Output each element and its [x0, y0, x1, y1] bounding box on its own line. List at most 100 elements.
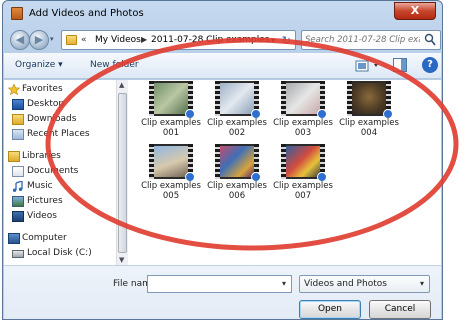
preview-pane-icon[interactable] — [393, 58, 407, 72]
file-item[interactable]: Clip examples 005 — [141, 144, 201, 204]
pictures-icon — [12, 196, 24, 207]
file-item[interactable]: Clip examples 001 — [141, 81, 201, 141]
file-number: 001 — [162, 128, 180, 138]
video-thumbnail — [215, 144, 261, 182]
recent-places-icon — [12, 129, 24, 140]
sidebar-item-label: Videos — [27, 211, 57, 221]
window-title: Add Videos and Photos — [29, 8, 144, 19]
file-name-dropdown-icon[interactable]: ▾ — [282, 279, 286, 288]
navigation-scrollbar[interactable]: ▲ ▼ — [116, 80, 128, 265]
file-number: 007 — [294, 191, 312, 201]
downloads-icon — [12, 114, 24, 125]
file-name-combobox[interactable]: ▾ — [147, 275, 292, 293]
sidebar-item-local-disk[interactable]: Local Disk (C:) — [4, 247, 116, 261]
video-thumbnail — [149, 81, 195, 119]
file-item[interactable]: Clip examples 004 — [339, 81, 399, 141]
file-item[interactable]: Clip examples 006 — [207, 144, 267, 204]
file-number: 006 — [228, 191, 246, 201]
file-item[interactable]: Clip examples 002 — [207, 81, 267, 141]
sidebar-item-recent-places[interactable]: Recent Places — [4, 128, 116, 142]
file-list: Clip examples 001 Clip examples 002 Clip… — [129, 80, 441, 265]
search-icon[interactable] — [424, 33, 436, 47]
breadcrumb-current-folder[interactable]: 2011-07-28 Clip examples — [151, 35, 269, 45]
forward-button[interactable]: ▶ — [29, 30, 49, 50]
title-bar[interactable]: Add Videos and Photos X — [3, 1, 442, 27]
close-button[interactable]: X — [394, 2, 436, 20]
address-dropdown-icon[interactable]: ▾ — [271, 36, 275, 45]
back-button[interactable]: ◀ — [10, 30, 30, 50]
file-number: 004 — [360, 128, 378, 138]
file-name-line: Clip examples — [207, 118, 267, 128]
file-name: Clip examples 007 — [273, 181, 333, 201]
file-name-line: Clip examples — [273, 181, 333, 191]
sidebar-item-computer[interactable]: Computer — [4, 232, 116, 246]
file-name-line: Clip examples — [339, 118, 399, 128]
videos-icon — [12, 211, 24, 222]
file-number: 005 — [162, 191, 180, 201]
documents-icon — [12, 166, 24, 177]
history-dropdown-icon[interactable]: ▾ — [50, 35, 54, 43]
new-folder-button[interactable]: New folder — [90, 60, 139, 70]
sidebar-item-pictures[interactable]: Pictures — [4, 195, 116, 209]
libraries-icon — [8, 151, 20, 162]
breadcrumb-my-videos[interactable]: My Videos — [95, 35, 141, 45]
breadcrumb-overflow-icon[interactable]: « — [81, 35, 87, 45]
file-name-line: Clip examples — [207, 181, 267, 191]
help-icon[interactable]: ? — [422, 57, 438, 73]
sidebar-item-downloads[interactable]: Downloads — [4, 113, 116, 127]
video-thumbnail — [347, 81, 393, 119]
file-name-line: Clip examples — [273, 118, 333, 128]
sidebar-item-label: Documents — [27, 166, 79, 176]
sidebar-item-music[interactable]: Music — [4, 180, 116, 194]
breadcrumb-separator-icon[interactable]: ▶ — [141, 35, 147, 44]
file-name: Clip examples 005 — [141, 181, 201, 201]
sidebar-item-label: Computer — [22, 233, 67, 243]
scroll-down-icon[interactable]: ▼ — [119, 256, 124, 264]
sidebar-item-libraries[interactable]: Libraries — [4, 150, 116, 164]
address-bar[interactable]: « My Videos ▶ 2011-07-28 Clip examples ▾… — [61, 30, 296, 50]
file-name: Clip examples 003 — [273, 118, 333, 138]
file-number: 002 — [228, 128, 246, 138]
sidebar-item-favorites[interactable]: Favorites — [4, 83, 116, 97]
file-item[interactable]: Clip examples 007 — [273, 144, 333, 204]
scroll-up-icon[interactable]: ▲ — [119, 81, 124, 89]
clip-preview — [220, 83, 254, 114]
file-type-value: Videos and Photos — [304, 279, 387, 289]
video-thumbnail — [215, 81, 261, 119]
file-name-line: Clip examples — [141, 118, 201, 128]
file-name: Clip examples 002 — [207, 118, 267, 138]
sidebar-item-label: Downloads — [27, 114, 77, 124]
clip-preview — [154, 146, 188, 177]
desktop-icon — [12, 99, 24, 110]
folder-icon — [66, 35, 77, 45]
file-name: Clip examples 004 — [339, 118, 399, 138]
file-type-dropdown-icon[interactable]: ▾ — [420, 279, 424, 288]
search-box[interactable] — [301, 30, 441, 50]
sidebar-item-desktop[interactable]: Desktop — [4, 98, 116, 112]
file-type-select[interactable]: Videos and Photos ▾ — [299, 275, 430, 293]
computer-icon — [8, 233, 20, 244]
search-input[interactable] — [305, 33, 420, 47]
navigation-bar: ◀ ▶ ▾ « My Videos ▶ 2011-07-28 Clip exam… — [3, 27, 442, 53]
content-area: Favorites Desktop Downloads Recent Place… — [4, 80, 441, 265]
sidebar-item-label: Favorites — [22, 84, 63, 94]
file-name: Clip examples 006 — [207, 181, 267, 201]
refresh-icon[interactable]: ↻ — [282, 34, 291, 47]
open-button[interactable]: Open — [299, 300, 361, 319]
clip-preview — [352, 83, 386, 114]
video-thumbnail — [281, 144, 327, 182]
file-name: Clip examples 001 — [141, 118, 201, 138]
music-icon — [12, 181, 23, 192]
app-icon — [11, 7, 23, 20]
clip-preview — [286, 146, 320, 177]
change-view-icon[interactable] — [353, 58, 383, 74]
sidebar-item-label: Local Disk (C:) — [27, 248, 92, 258]
sidebar-item-label: Desktop — [27, 99, 65, 109]
dialog-window: Add Videos and Photos X ◀ ▶ ▾ « My Video… — [2, 0, 443, 320]
organize-button[interactable]: Organize ▾ — [15, 60, 63, 70]
sidebar-item-documents[interactable]: Documents — [4, 165, 116, 179]
cancel-button[interactable]: Cancel — [369, 300, 431, 319]
file-item[interactable]: Clip examples 003 — [273, 81, 333, 141]
sidebar-item-videos[interactable]: Videos — [4, 210, 116, 224]
scrollbar-thumb[interactable] — [118, 93, 127, 253]
